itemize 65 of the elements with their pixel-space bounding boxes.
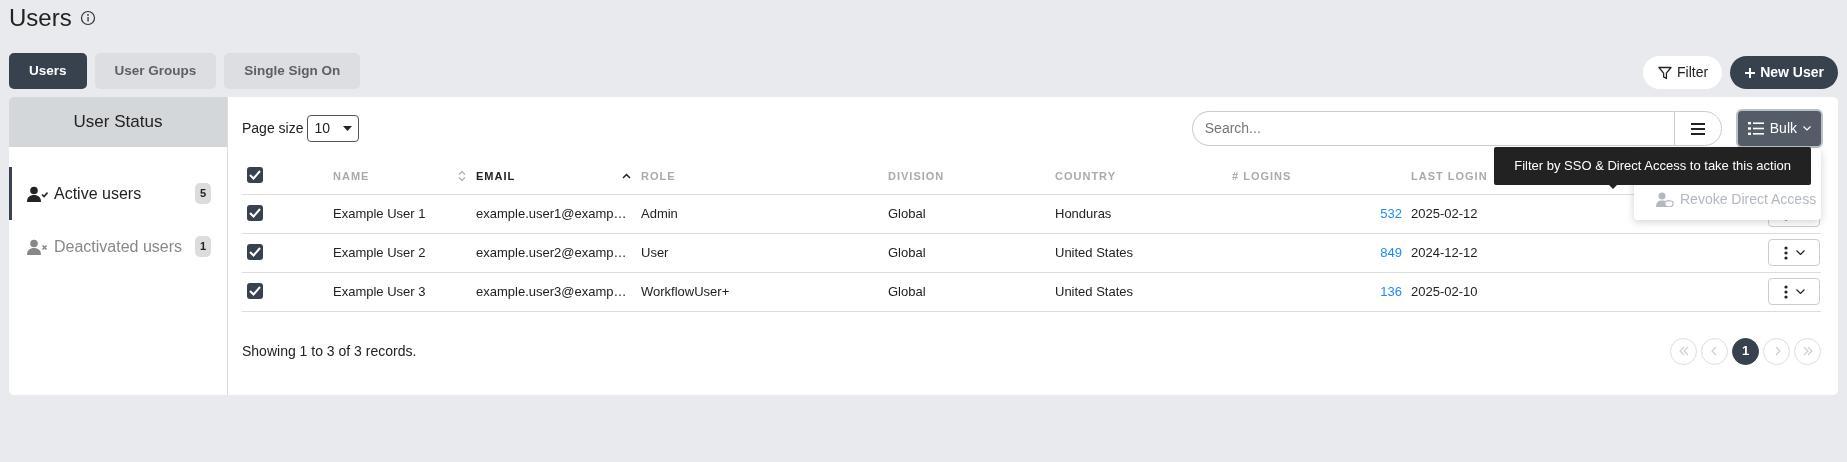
- plus-icon: [1744, 66, 1757, 79]
- checkbox[interactable]: [247, 282, 263, 299]
- new-user-button[interactable]: New User: [1730, 56, 1838, 90]
- page-button[interactable]: 1: [1732, 337, 1759, 365]
- table-cell: 2024-12-12: [1410, 233, 1755, 273]
- info-icon[interactable]: [79, 10, 96, 27]
- page-title: Users: [9, 4, 72, 33]
- caret-icon: [343, 126, 353, 132]
- table-cell: Example User 2: [332, 233, 475, 273]
- table-cell: 2025-02-10: [1410, 272, 1755, 312]
- kebab-icon: [1783, 284, 1788, 299]
- kebab-icon: [1783, 245, 1788, 260]
- page-size-select[interactable]: 10: [307, 115, 360, 143]
- sidebar-label: Active users: [54, 183, 142, 204]
- menu-icon: [1690, 122, 1705, 135]
- tab[interactable]: User Groups: [94, 52, 217, 90]
- sidebar-label: Deactivated users: [54, 236, 183, 257]
- count-badge: 5: [194, 183, 211, 204]
- column-header[interactable]: EMAIL: [476, 167, 516, 185]
- chevron-down-icon: [1803, 126, 1811, 132]
- filter-icon: [1657, 64, 1674, 81]
- row-actions-button[interactable]: [1768, 239, 1820, 267]
- column-header[interactable]: COUNTRY: [1055, 167, 1116, 185]
- checkbox[interactable]: [247, 167, 263, 184]
- table-cell: Global: [887, 272, 1054, 312]
- list-icon: [1747, 122, 1764, 136]
- page-size-label: Page size: [242, 119, 304, 139]
- sidebar-header: User Status: [9, 97, 227, 148]
- count-badge: 1: [194, 236, 211, 257]
- checkbox[interactable]: [247, 243, 263, 260]
- sidebar-item[interactable]: Active users 5: [9, 167, 227, 221]
- table-cell: User: [640, 233, 887, 273]
- tab[interactable]: Single Sign On: [224, 52, 361, 90]
- menu-button[interactable]: [1673, 111, 1722, 147]
- search-field[interactable]: Search...: [1191, 111, 1674, 147]
- user-shield-icon: [1656, 192, 1674, 208]
- table-cell: example.user3@examp…: [475, 272, 640, 312]
- table-cell[interactable]: 136: [1231, 272, 1410, 312]
- table-cell: Admin: [640, 194, 887, 234]
- table-cell: example.user1@examp…: [475, 194, 640, 234]
- table-cell: Example User 1: [332, 194, 475, 234]
- sidebar-item[interactable]: Deactivated users 1: [9, 220, 227, 274]
- table-cell: WorkflowUser+: [640, 272, 887, 312]
- column-header[interactable]: LAST LOGIN: [1411, 167, 1488, 185]
- row-actions-button[interactable]: [1768, 278, 1820, 306]
- table-cell: example.user2@examp…: [475, 233, 640, 273]
- chevron-down-icon: [1795, 289, 1805, 295]
- tooltip-arrow-icon: [1606, 182, 1620, 190]
- table-cell: Global: [887, 233, 1054, 273]
- table-cell: Honduras: [1054, 194, 1231, 234]
- table-cell: Example User 3: [332, 272, 475, 312]
- user-x-icon: [27, 238, 48, 255]
- checkbox[interactable]: [247, 204, 263, 221]
- table-cell[interactable]: 849: [1231, 233, 1410, 273]
- records-summary: Showing 1 to 3 of 3 records.: [242, 341, 417, 361]
- bulk-button[interactable]: Bulk: [1737, 111, 1821, 147]
- table-cell: Global: [887, 194, 1054, 234]
- filter-button[interactable]: Filter: [1643, 56, 1723, 90]
- tooltip: Filter by SSO & Direct Access to take this action: [1494, 147, 1811, 185]
- table-cell: United States: [1054, 233, 1231, 273]
- user-check-icon: [27, 185, 48, 202]
- table-cell[interactable]: 532: [1231, 194, 1410, 234]
- table-cell: United States: [1054, 272, 1231, 312]
- chevron-down-icon: [1795, 250, 1805, 256]
- tab[interactable]: Users: [9, 52, 87, 90]
